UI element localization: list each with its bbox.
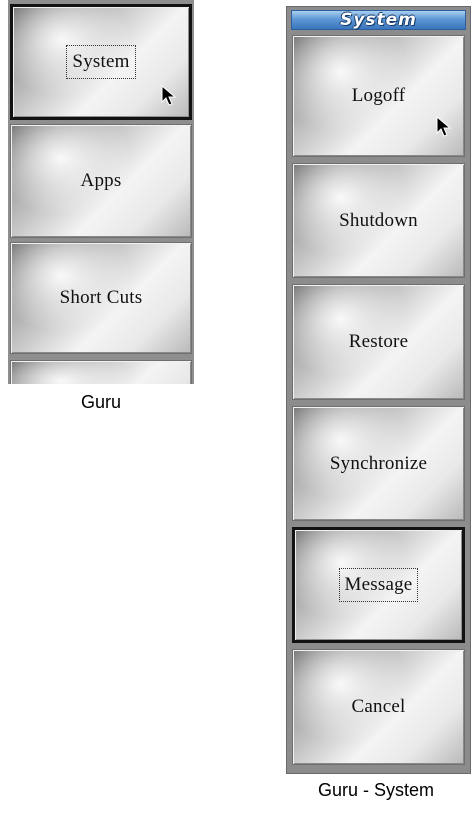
short-cuts-button-label: Short Cuts [59, 287, 143, 308]
message-button-label: Message [338, 568, 419, 602]
mouse-pointer-icon [436, 116, 454, 138]
system-title-bar: System [291, 10, 466, 30]
guru-menu-panel: System Apps Short Cuts [8, 0, 194, 384]
guru-system-panel: System Logoff Shutdown Restore Synchroni… [286, 6, 471, 774]
synchronize-button-label: Synchronize [329, 452, 428, 474]
apps-button-label: Apps [80, 170, 122, 191]
synchronize-button[interactable]: Synchronize [292, 406, 465, 521]
cancel-button-label: Cancel [351, 696, 406, 717]
mouse-pointer-icon [161, 85, 179, 107]
apps-button[interactable]: Apps [10, 124, 192, 238]
shutdown-button[interactable]: Shutdown [292, 163, 465, 278]
guru-system-caption: Guru - System [317, 780, 435, 800]
guru-caption: Guru [80, 392, 122, 412]
short-cuts-button[interactable]: Short Cuts [10, 242, 192, 354]
logoff-button-label: Logoff [351, 85, 406, 106]
message-button[interactable]: Message [292, 527, 465, 643]
cancel-button[interactable]: Cancel [292, 649, 465, 765]
system-title: System [340, 10, 417, 30]
restore-button[interactable]: Restore [292, 284, 465, 400]
logoff-button[interactable]: Logoff [292, 35, 465, 157]
shutdown-button-label: Shutdown [339, 209, 418, 231]
system-button-label: System [66, 45, 136, 79]
system-button[interactable]: System [10, 4, 192, 120]
restore-button-label: Restore [348, 331, 409, 352]
partially-visible-button[interactable] [10, 360, 192, 384]
